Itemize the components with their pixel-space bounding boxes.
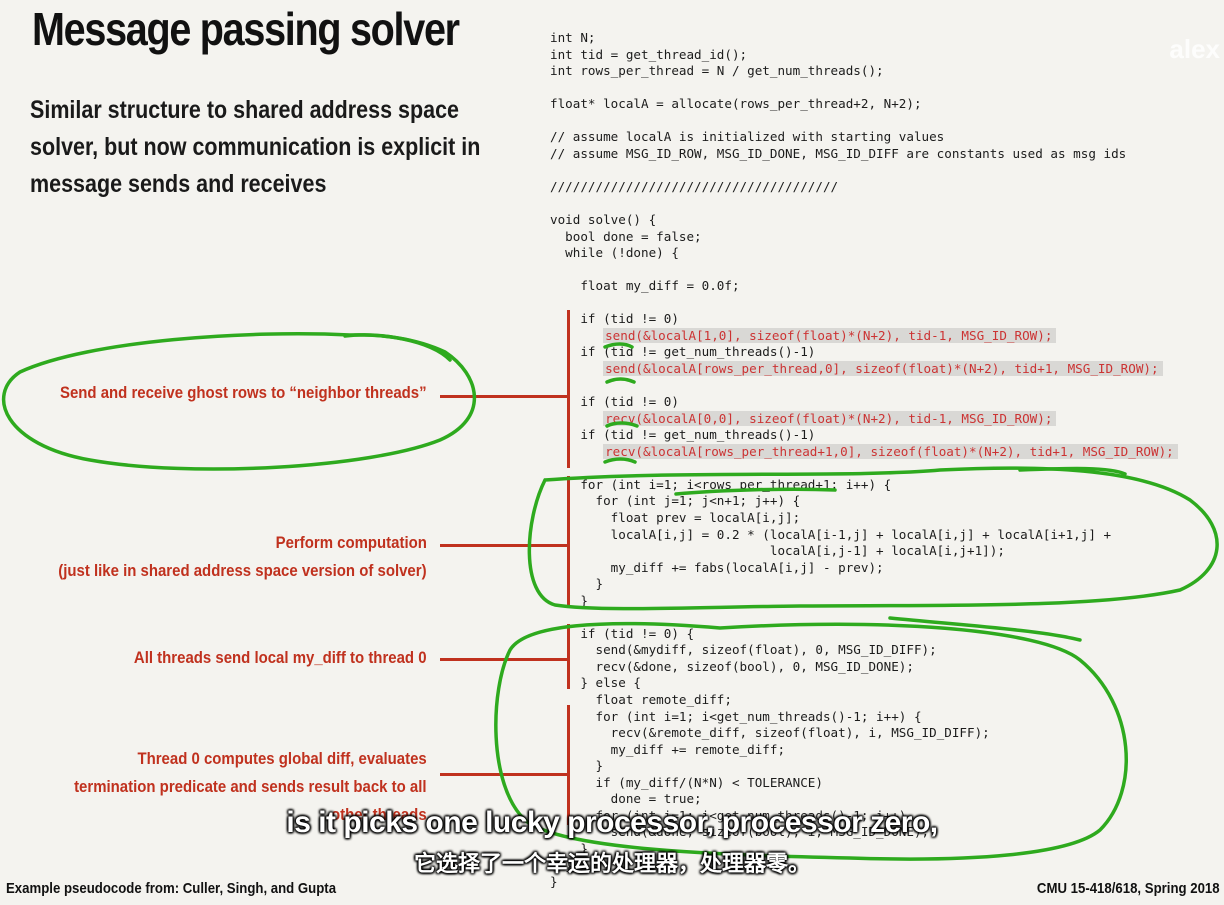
subtitle-chinese: 它选择了一个幸运的处理器，处理器零。 (413, 851, 810, 876)
ink-ellipse-computation (527, 466, 1219, 611)
subtitle-english: is it picks one lucky processor, process… (286, 806, 938, 839)
ink-tick-3 (605, 421, 639, 428)
footer-course: CMU 15-418/618, Spring 2018 (1037, 880, 1220, 897)
ink-tick-1 (603, 342, 634, 349)
ink-tail-ghost-rows (343, 333, 452, 362)
ink-tick-2 (605, 377, 636, 384)
ink-ellipse-ghost-rows (1, 332, 477, 471)
ink-stroke-thread0-top (888, 616, 1082, 642)
ink-annotations (1, 332, 1219, 861)
ink-tick-4 (603, 457, 637, 464)
footer-credit: Example pseudocode from: Culler, Singh, … (6, 880, 337, 897)
ink-underline-rows (674, 487, 837, 496)
